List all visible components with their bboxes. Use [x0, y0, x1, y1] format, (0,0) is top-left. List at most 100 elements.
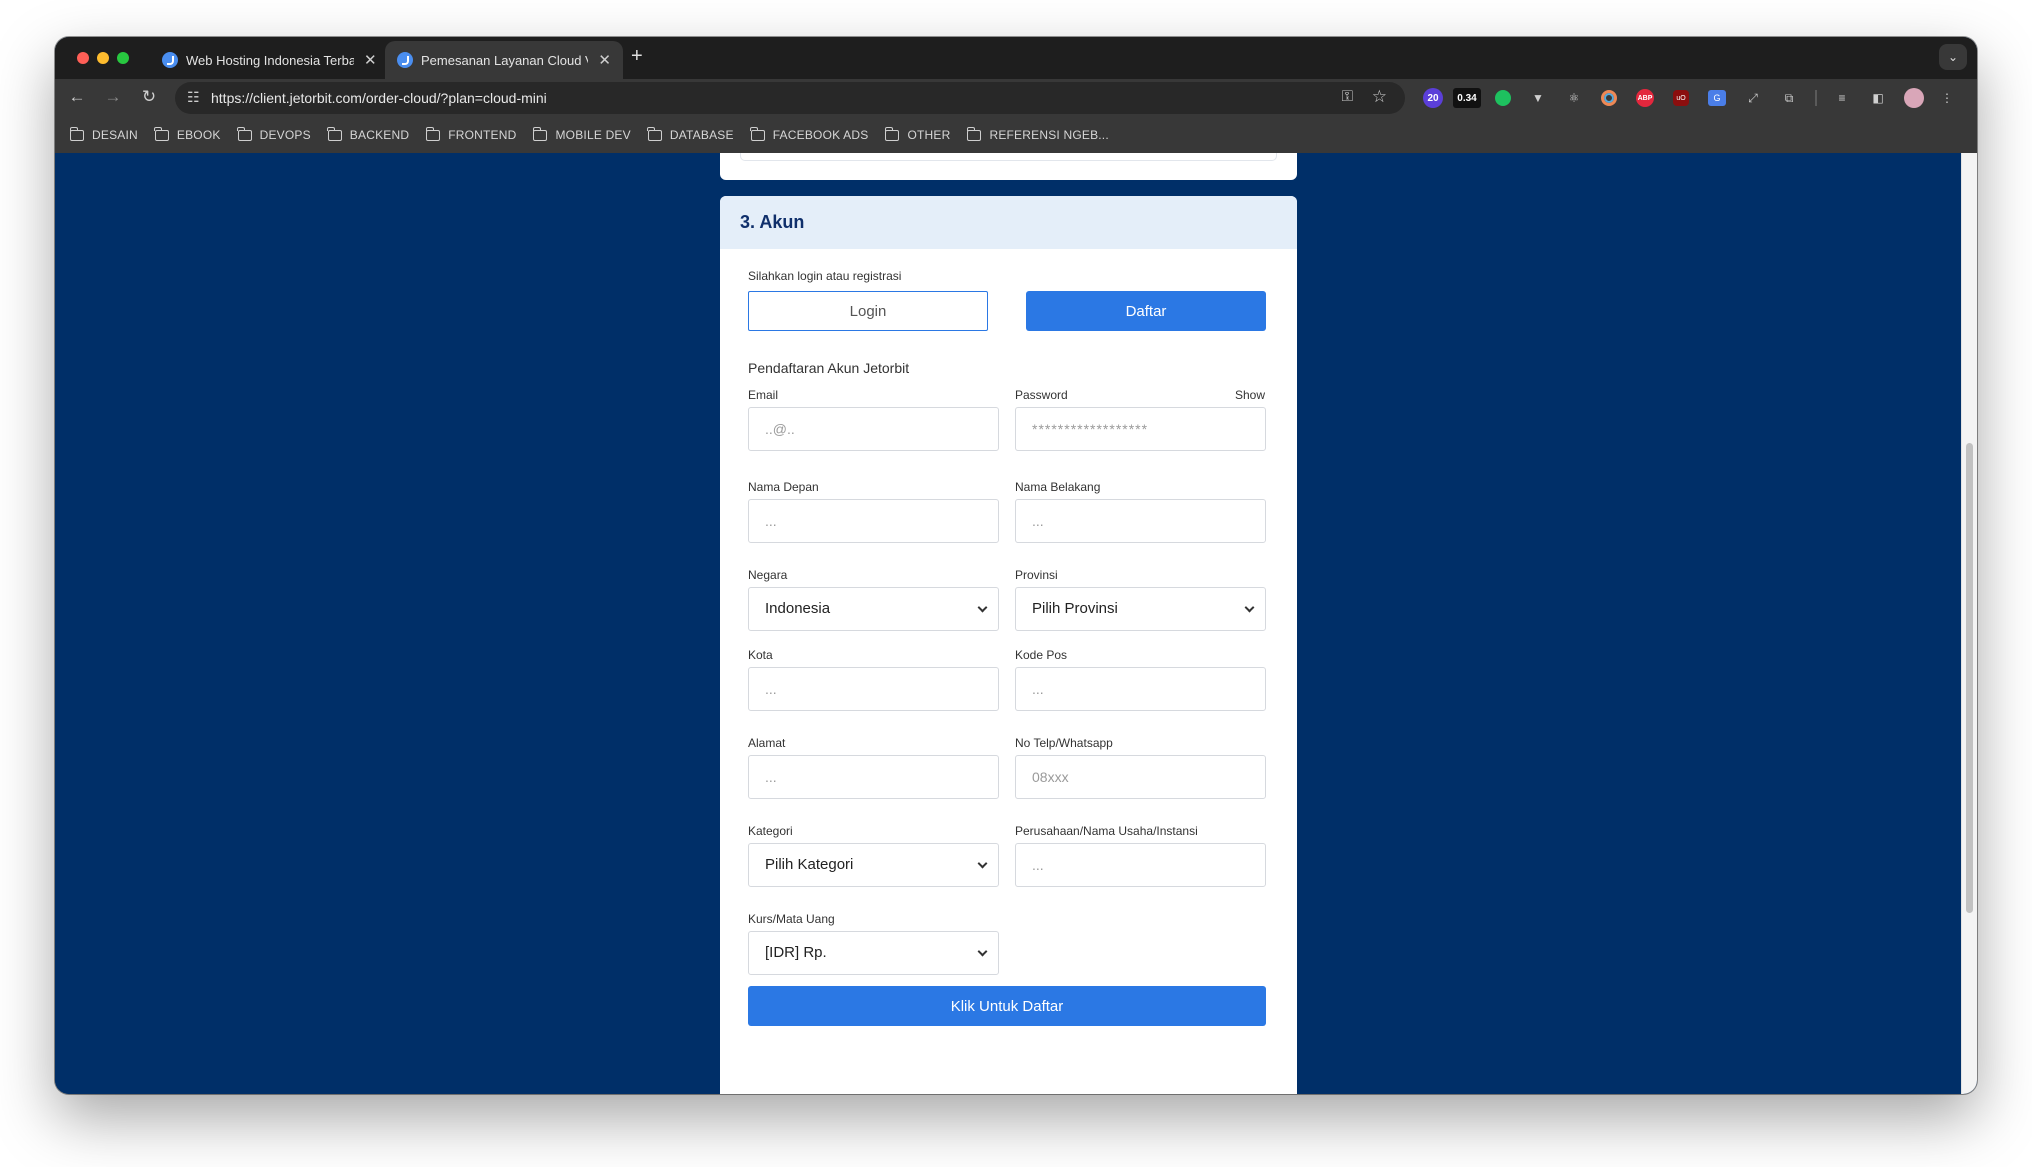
vue-devtools-icon[interactable]: ▼	[1529, 88, 1547, 108]
close-window-button[interactable]	[77, 52, 89, 64]
city-label: Kota	[748, 648, 773, 662]
forward-arrow-icon[interactable]: →	[102, 87, 124, 107]
bookmark-folder[interactable]: MOBILE DEV	[532, 126, 631, 142]
city-field[interactable]: ...	[748, 667, 999, 711]
password-key-icon[interactable]: ⚿	[1342, 88, 1353, 105]
folder-icon	[69, 126, 84, 141]
folder-icon	[154, 126, 169, 141]
minimize-window-button[interactable]	[97, 52, 109, 64]
extensions-puzzle-icon[interactable]: ⧉	[1780, 88, 1798, 108]
ublock-icon[interactable]: uO	[1673, 90, 1689, 106]
bookmark-folder[interactable]: BACKEND	[327, 126, 410, 142]
first-name-label: Nama Depan	[748, 480, 819, 494]
section-title: 3. Akun	[740, 212, 805, 232]
register-button[interactable]: Daftar	[1026, 291, 1266, 331]
close-tab-icon[interactable]: ✕	[364, 51, 377, 69]
bookmarks-bar: DESAIN EBOOK DEVOPS BACKEND FRONTEND MOB…	[55, 117, 1977, 153]
google-translate-icon[interactable]: G	[1708, 90, 1726, 106]
profile-avatar[interactable]	[1904, 88, 1924, 108]
submit-register-button[interactable]: Klik Untuk Daftar	[748, 986, 1266, 1026]
category-select-value: Pilih Kategori	[765, 856, 854, 873]
color-picker-extension-icon[interactable]	[1601, 90, 1617, 106]
address-bar[interactable]: ☷ https://client.jetorbit.com/order-clou…	[175, 82, 1405, 114]
section-header: 3. Akun	[720, 196, 1297, 249]
bookmark-folder[interactable]: DESAIN	[69, 126, 138, 142]
tab-search-chevron-icon[interactable]: ⌄	[1939, 44, 1967, 70]
folder-icon	[327, 126, 342, 141]
browser-toolbar: ← → ↻ ☷ https://client.jetorbit.com/orde…	[55, 79, 1977, 117]
extension-badge-icon[interactable]: 20	[1423, 88, 1443, 108]
province-select[interactable]: Pilih Provinsi	[1015, 587, 1266, 631]
first-name-field[interactable]: ...	[748, 499, 999, 543]
tab-web-hosting[interactable]: Web Hosting Indonesia Terbaik ✕	[150, 41, 389, 79]
extension-value-badge[interactable]: 0.34	[1453, 88, 1481, 108]
registration-subtitle: Pendaftaran Akun Jetorbit	[748, 360, 910, 376]
bookmark-folder[interactable]: REFERENSI NGEB...	[966, 126, 1109, 142]
folder-icon	[750, 126, 765, 141]
phone-field[interactable]: 08xxx	[1015, 755, 1266, 799]
bookmark-label: REFERENSI NGEB...	[989, 128, 1109, 142]
site-settings-icon[interactable]: ☷	[187, 89, 200, 106]
country-select[interactable]: Indonesia	[748, 587, 999, 631]
url-text[interactable]: https://client.jetorbit.com/order-cloud/…	[211, 90, 547, 106]
browser-menu-icon[interactable]: ⋮	[1941, 88, 1953, 108]
bookmark-label: MOBILE DEV	[555, 128, 631, 142]
province-label: Provinsi	[1015, 568, 1058, 582]
close-tab-icon[interactable]: ✕	[598, 51, 611, 69]
login-button[interactable]: Login	[748, 291, 988, 331]
folder-icon	[966, 126, 982, 141]
folder-icon	[425, 126, 441, 141]
scrollbar-thumb[interactable]	[1966, 443, 1973, 913]
show-password-toggle[interactable]: Show	[1235, 388, 1265, 402]
bookmark-folder[interactable]: EBOOK	[154, 126, 221, 142]
last-name-field[interactable]: ...	[1015, 499, 1266, 543]
account-section-card: 3. Akun Silahkan login atau registrasi L…	[720, 196, 1297, 1094]
email-field[interactable]: ..@..	[748, 407, 999, 451]
password-field[interactable]: ******************	[1015, 407, 1266, 451]
postal-code-field[interactable]: ...	[1015, 667, 1266, 711]
bookmark-label: FACEBOOK ADS	[772, 128, 869, 142]
reload-icon[interactable]: ↻	[138, 87, 160, 107]
folder-icon	[237, 126, 252, 141]
side-panel-icon[interactable]: ◧	[1869, 88, 1887, 108]
bookmark-folder[interactable]: DEVOPS	[237, 126, 311, 142]
folder-icon	[647, 126, 662, 141]
adblock-plus-icon[interactable]: ABP	[1636, 89, 1654, 107]
password-label: Password	[1015, 388, 1068, 402]
expand-icon[interactable]: ⤢	[1744, 88, 1762, 108]
bookmark-label: BACKEND	[349, 128, 410, 142]
page-viewport: 3. Akun Silahkan login atau registrasi L…	[55, 153, 1977, 1094]
postal-code-label: Kode Pos	[1015, 648, 1068, 662]
new-tab-button[interactable]: +	[631, 45, 643, 68]
company-field[interactable]: ...	[1015, 843, 1266, 887]
company-label: Perusahaan/Nama Usaha/Instansi	[1015, 824, 1198, 838]
currency-select-value: [IDR] Rp.	[765, 944, 827, 961]
bookmark-folder[interactable]: FACEBOOK ADS	[750, 126, 869, 142]
green-extension-icon[interactable]	[1495, 90, 1511, 106]
address-field[interactable]: ...	[748, 755, 999, 799]
currency-select[interactable]: [IDR] Rp.	[748, 931, 999, 975]
login-prompt: Silahkan login atau registrasi	[748, 269, 902, 283]
browser-window: Web Hosting Indonesia Terbaik ✕ Pemesana…	[55, 37, 1977, 1094]
country-label: Negara	[748, 568, 788, 582]
back-arrow-icon[interactable]: ←	[66, 87, 88, 107]
maximize-window-button[interactable]	[117, 52, 129, 64]
category-select[interactable]: Pilih Kategori	[748, 843, 999, 887]
bookmark-folder[interactable]: FRONTEND	[425, 126, 516, 142]
toolbar-divider	[1815, 90, 1817, 106]
folder-icon	[532, 126, 548, 141]
reading-list-icon[interactable]: ≡	[1833, 88, 1851, 108]
page-scrollbar[interactable]	[1961, 153, 1977, 1094]
bookmark-folder[interactable]: OTHER	[884, 126, 951, 142]
bookmark-label: EBOOK	[176, 128, 221, 142]
react-devtools-icon[interactable]: ⚛	[1565, 88, 1583, 108]
bookmark-label: OTHER	[907, 128, 951, 142]
address-label: Alamat	[748, 736, 786, 750]
tab-order-cloud[interactable]: Pemesanan Layanan Cloud VPS ✕	[385, 41, 623, 79]
previous-section-field	[740, 153, 1277, 161]
tab-title: Web Hosting Indonesia Terbaik	[186, 52, 354, 68]
bookmark-label: DEVOPS	[259, 128, 311, 142]
bookmark-star-icon[interactable]: ☆	[1372, 87, 1387, 107]
bookmark-folder[interactable]: DATABASE	[647, 126, 734, 142]
last-name-label: Nama Belakang	[1015, 480, 1101, 494]
